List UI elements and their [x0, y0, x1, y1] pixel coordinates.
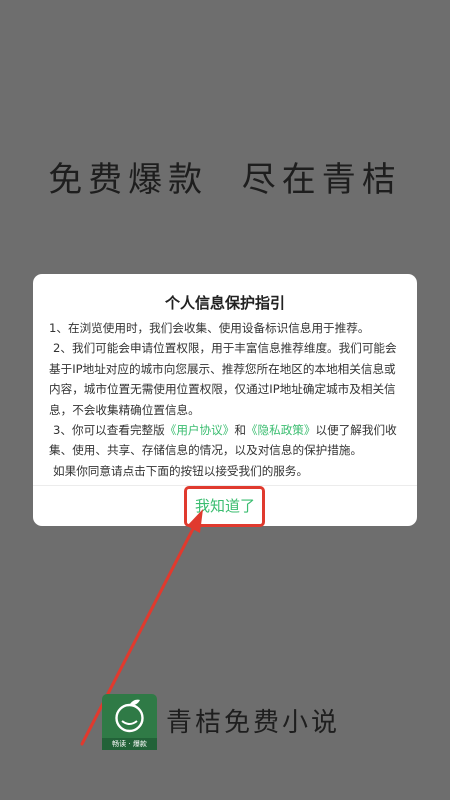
brand-tagline: 畅读 · 爆款 — [102, 738, 157, 750]
paragraph-agreements: 3、你可以查看完整版《用户协议》和《隐私政策》以便了解我们收集、使用、共享、存储… — [49, 420, 403, 461]
privacy-dialog: 个人信息保护指引 1、在浏览使用时，我们会收集、使用设备标识信息用于推荐。 2、… — [33, 274, 417, 526]
brand-name: 青桔免费小说 — [166, 708, 341, 738]
dialog-body: 1、在浏览使用时，我们会收集、使用设备标识信息用于推荐。 2、我们可能会申请位置… — [49, 318, 403, 481]
user-agreement-link[interactable]: 《用户协议》 — [165, 423, 235, 437]
paragraph-agreements-and: 和 — [234, 423, 246, 438]
slogan-text: 免费爆款 尽在青桔 — [48, 160, 402, 200]
paragraph-device-id: 1、在浏览使用时，我们会收集、使用设备标识信息用于推荐。 — [49, 321, 370, 335]
paragraph-location: 2、我们可能会申请位置权限，用于丰富信息推荐维度。我们可能会基于IP地址对应的城… — [49, 341, 397, 417]
dialog-title: 个人信息保护指引 — [164, 294, 285, 312]
splash-screen: 免费爆款 尽在青桔 个人信息保护指引 1、在浏览使用时，我们会收集、使用设备标识… — [0, 0, 450, 800]
brand-logo: 畅读 · 爆款 — [102, 694, 157, 750]
brand-block: 畅读 · 爆款 青桔免费小说 — [102, 694, 362, 754]
tangerine-logo-icon — [115, 699, 144, 733]
paragraph-agreements-prefix: 3、你可以查看完整版 — [53, 423, 165, 438]
privacy-policy-link[interactable]: 《隐私政策》 — [246, 423, 316, 437]
confirm-button[interactable]: 我知道了 — [183, 486, 267, 526]
paragraph-consent: 如果你同意请点击下面的按钮以接受我们的服务。 — [53, 463, 309, 478]
